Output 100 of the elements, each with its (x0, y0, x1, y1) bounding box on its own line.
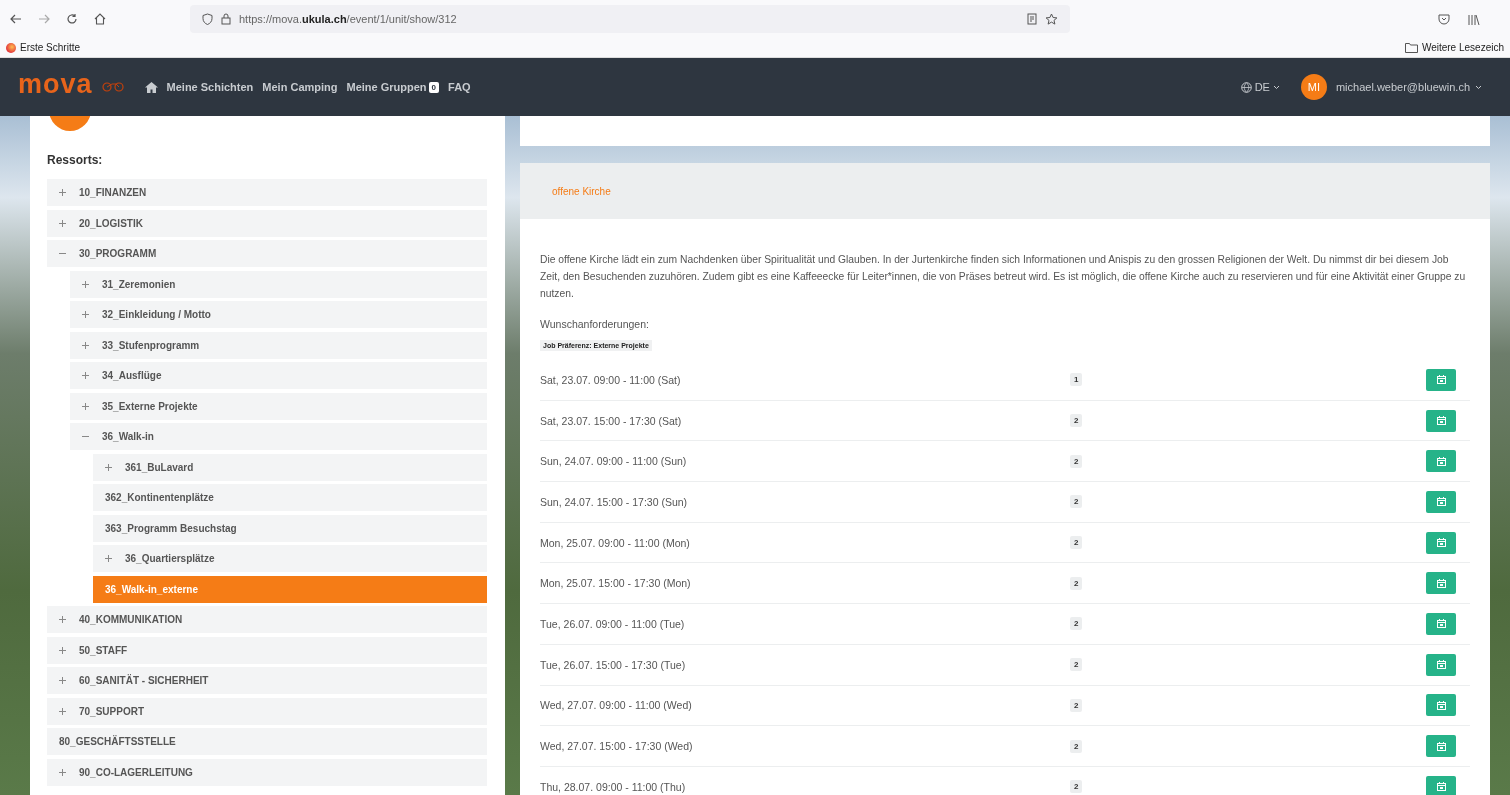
calendar-icon (1436, 741, 1446, 751)
calendar-button[interactable] (1426, 612, 1456, 635)
forward-icon[interactable] (38, 14, 50, 24)
description-text: Die offene Kirche lädt ein zum Nachdenken über Spiritualität und Glauben. In der Jurtenkirche finden sich Informationen und Anispis zu den grossen Religionen der Welt. Du nimmst dir bei diesem Job Zeit, den Besuchenden zuzuhören. Zudem gibt es eine Kaffeeecke für Leiter*innen, die von Präses betreut wird. Es ist möglich, die offene Kirche auch zu reservieren und für eine Aktivität einer Gruppe zu nutzen. (540, 253, 1467, 301)
nav-link[interactable]: Mein Camping (262, 81, 338, 93)
globe-icon (1240, 81, 1252, 93)
tree-item[interactable]: 20_LOGISTIK (47, 209, 487, 237)
calendar-icon (1436, 578, 1446, 588)
shift-time: Sun, 24.07. 09:00 - 11:00 (Sun) (540, 455, 688, 468)
plus-icon (59, 646, 66, 654)
calendar-button[interactable] (1426, 531, 1456, 554)
plus-icon (59, 677, 66, 684)
shift-time: Wed, 27.07. 15:00 - 17:30 (Wed) (540, 740, 694, 753)
count-badge: 2 (1070, 658, 1083, 672)
plus-icon (105, 555, 112, 562)
plus-icon (59, 219, 66, 227)
language-dropdown[interactable]: DE (1240, 81, 1280, 93)
calendar-button[interactable] (1426, 694, 1456, 717)
tree-item[interactable]: 70_SUPPORT (47, 697, 487, 725)
count-badge: 2 (1070, 617, 1083, 631)
plus-icon (82, 311, 89, 318)
bookmark-link[interactable]: Erste Schritte (6, 42, 81, 53)
calendar-button[interactable] (1426, 735, 1456, 758)
reader-view-icon[interactable] (1027, 13, 1037, 25)
shift-time: Tue, 26.07. 15:00 - 17:30 (Tue) (540, 658, 687, 671)
calendar-icon (1436, 416, 1446, 426)
shift-time: Thu, 28.07. 09:00 - 11:00 (Thu) (540, 780, 687, 793)
tree-item[interactable]: 50_STAFF (47, 636, 487, 664)
plus-icon (59, 189, 66, 196)
nav-link[interactable]: Meine Schichten (166, 81, 254, 93)
calendar-button[interactable] (1426, 775, 1456, 795)
tree-item[interactable]: 35_Externe Projekte (70, 392, 487, 420)
other-bookmarks-link[interactable]: Weitere Lesezeich (1404, 42, 1504, 53)
shift-time: Sat, 23.07. 15:00 - 17:30 (Sat) (540, 414, 683, 427)
minus-icon (82, 433, 89, 440)
tree-item[interactable]: 33_Stufenprogramm (70, 331, 487, 359)
minus-icon (59, 250, 66, 257)
section-heading: Ressorts: (47, 153, 104, 167)
calendar-icon (1436, 497, 1446, 507)
count-badge: 1 (1070, 373, 1083, 387)
tree-item[interactable]: 363_Programm Besuchstag (93, 514, 487, 542)
tree-item[interactable]: 60_SANITÄT - SICHERHEIT (47, 667, 487, 694)
nav-link[interactable]: FAQ (448, 81, 471, 93)
calendar-button[interactable] (1426, 653, 1456, 676)
calendar-icon (1436, 456, 1446, 466)
home-icon[interactable] (144, 81, 158, 93)
tree-item[interactable]: 30_PROGRAMM (47, 240, 487, 267)
calendar-button[interactable] (1426, 409, 1456, 432)
address-bar[interactable]: https://mova.ukula.ch/event/1/unit/show/312 (190, 5, 1070, 33)
star-icon[interactable] (1045, 12, 1058, 26)
calendar-button[interactable] (1426, 450, 1456, 473)
home-icon[interactable] (94, 13, 106, 25)
folder-icon (1404, 42, 1418, 53)
tree-item[interactable]: 361_BuLavard (93, 453, 487, 481)
count-badge: 2 (1070, 454, 1083, 468)
plus-icon (59, 707, 66, 715)
nav-link[interactable]: Meine Gruppen (346, 81, 427, 93)
tree-item[interactable]: 34_Ausflüge (70, 362, 487, 389)
requirements-label: Wunschanforderungen: (540, 318, 650, 330)
shift-time: Mon, 25.07. 15:00 - 17:30 (Mon) (540, 577, 692, 590)
calendar-icon (1436, 538, 1446, 548)
lock-icon (221, 13, 231, 25)
pocket-icon[interactable] (1438, 13, 1450, 25)
count-badge: 2 (1070, 698, 1083, 712)
count-badge: 2 (1070, 495, 1083, 509)
calendar-icon (1436, 375, 1446, 385)
plus-icon (82, 372, 89, 379)
tree-item[interactable]: 40_KOMMUNIKATION (47, 606, 487, 633)
chevron-down-icon[interactable] (1475, 84, 1482, 90)
logo[interactable]: mova (18, 68, 93, 100)
shift-time: Wed, 27.07. 09:00 - 11:00 (Wed) (540, 699, 693, 712)
plus-icon (59, 616, 66, 623)
calendar-icon (1436, 619, 1446, 629)
plus-icon (59, 768, 66, 776)
tree-item[interactable]: 80_GESCHÄFTSSTELLE (47, 728, 487, 755)
plus-icon (82, 402, 89, 410)
shield-icon (202, 13, 213, 25)
tree-item[interactable]: 36_Quartiersplätze (93, 545, 487, 572)
tree-item[interactable]: 31_Zeremonien (70, 270, 487, 298)
tree-item[interactable]: 10_FINANZEN (47, 179, 487, 206)
plus-icon (105, 463, 112, 471)
calendar-icon (1436, 700, 1446, 710)
library-icon[interactable] (1468, 13, 1480, 25)
plus-icon (82, 341, 89, 349)
count-badge: 2 (1070, 414, 1083, 428)
user-menu[interactable]: michael.weber@bluewin.ch (1335, 81, 1470, 93)
count-badge: 0 (428, 81, 440, 93)
count-badge: 2 (1070, 536, 1083, 550)
calendar-button[interactable] (1426, 368, 1456, 391)
back-icon[interactable] (10, 14, 22, 24)
tree-item[interactable]: 32_Einkleidung / Motto (70, 301, 487, 328)
tree-item[interactable]: 362_Kontinentenplätze (93, 484, 487, 511)
count-badge: 2 (1070, 739, 1083, 753)
tree-item[interactable]: 90_CO-LAGERLEITUNG (47, 758, 487, 786)
reload-icon[interactable] (66, 13, 78, 25)
count-badge: 2 (1070, 780, 1083, 794)
calendar-button[interactable] (1426, 490, 1456, 513)
calendar-button[interactable] (1426, 572, 1456, 595)
tree-item[interactable]: 36_Walk-in (70, 423, 487, 450)
shift-time: Mon, 25.07. 09:00 - 11:00 (Mon) (540, 536, 691, 549)
